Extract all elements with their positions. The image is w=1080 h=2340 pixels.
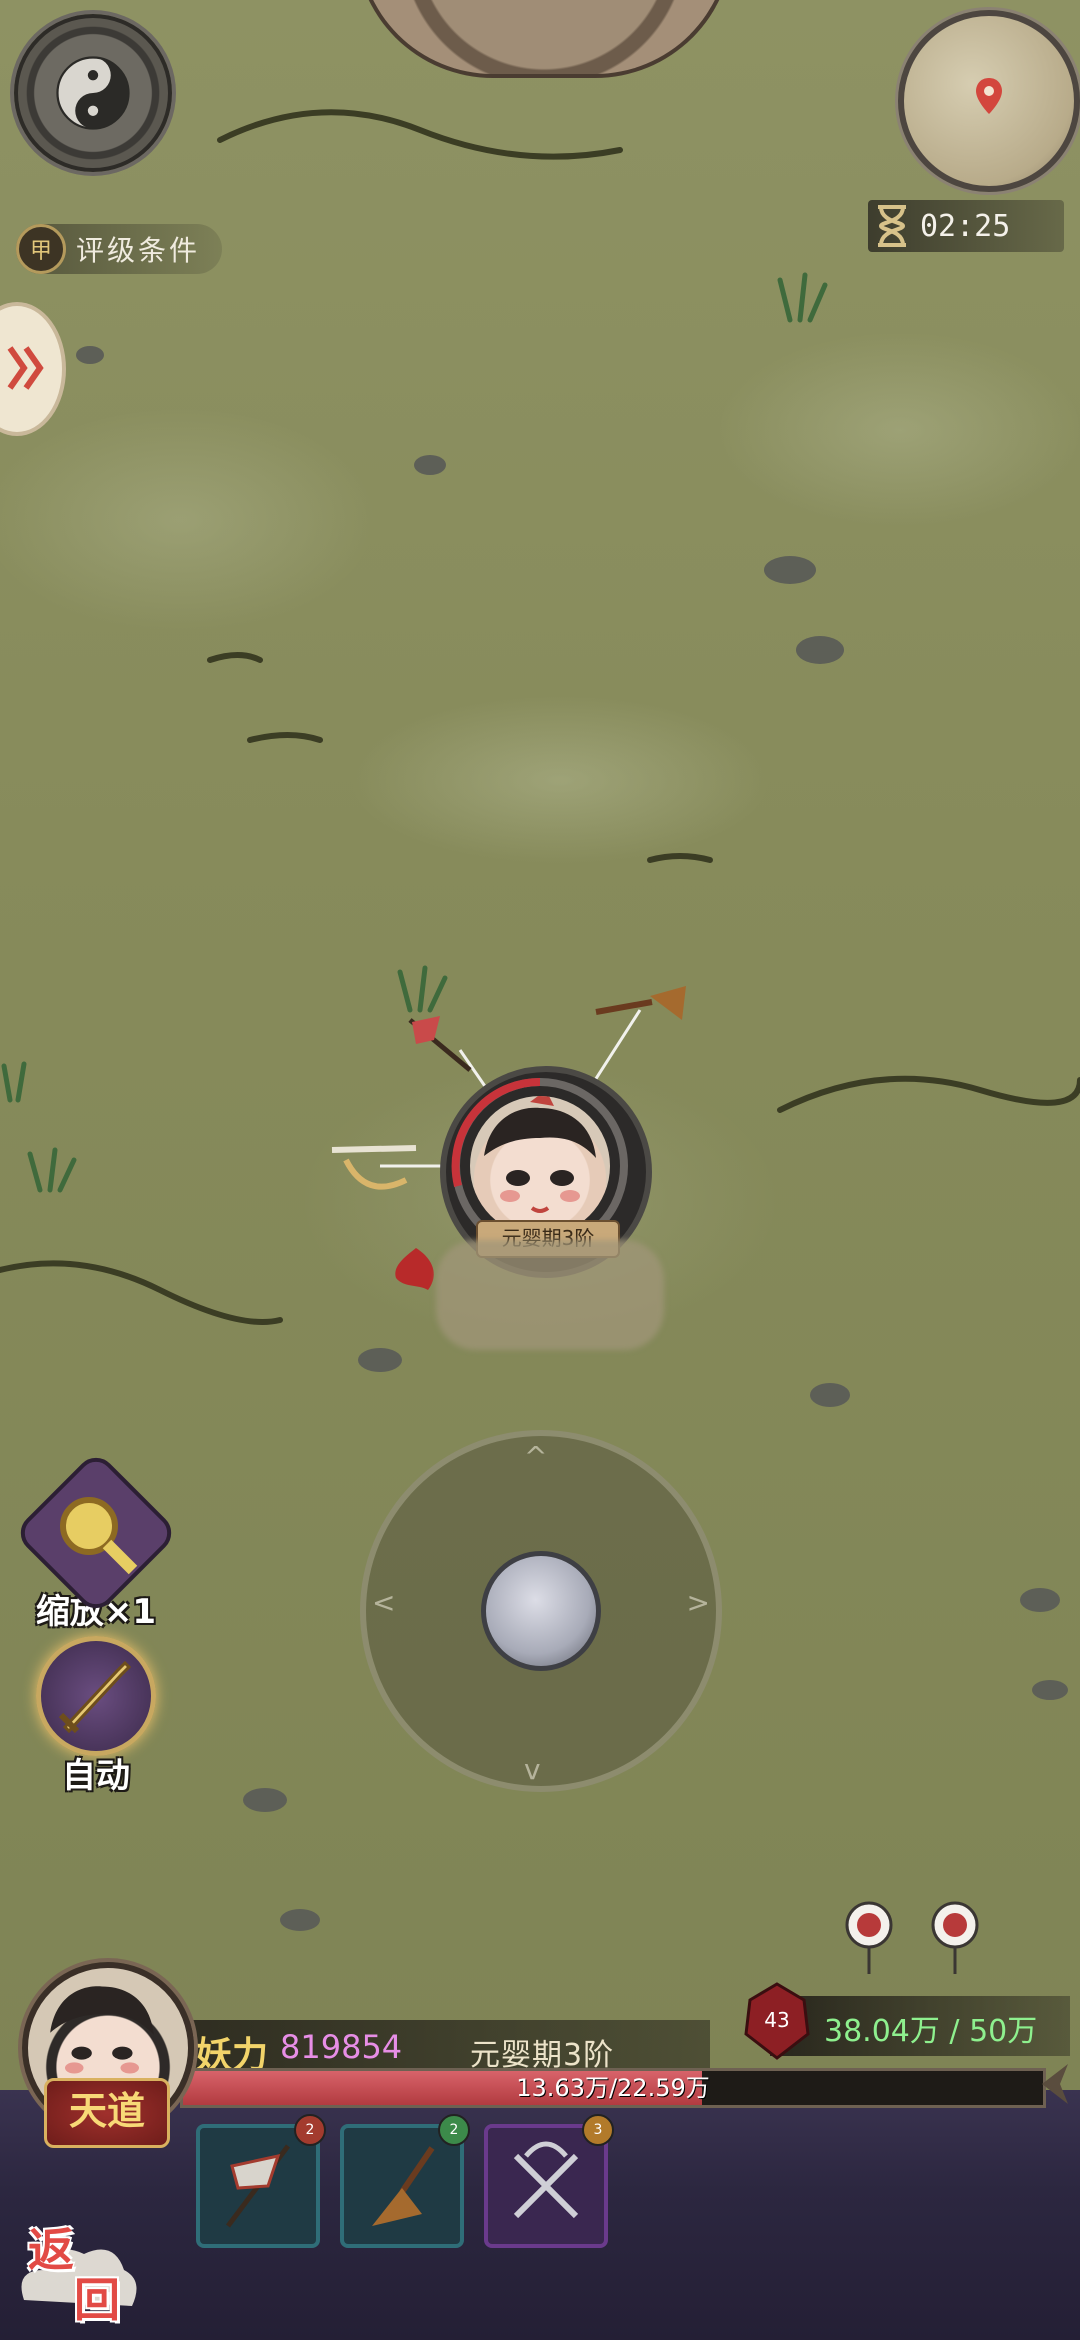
joystick-knob[interactable] — [481, 1551, 601, 1671]
skill-slot-twin-hooks[interactable]: 3 — [484, 2114, 614, 2248]
kill-count: 43 — [764, 2008, 790, 2032]
twin-hooks-weapon-icon — [513, 2141, 579, 2219]
rating-badge-icon: 甲 — [16, 224, 66, 274]
orbit-whisk-weapon — [595, 986, 686, 1020]
timer-value: 02:25 — [920, 208, 1011, 244]
movement-joystick[interactable]: ^ v < > — [360, 1430, 722, 1792]
joystick-right-arrow-icon: > — [686, 1586, 710, 1619]
orbit-hook-weapon — [331, 1145, 417, 1190]
hp-bar-end-ornament — [1042, 2064, 1068, 2104]
player-portrait — [470, 1096, 610, 1236]
hp-bar: 13.63万/22.59万 — [180, 2068, 1046, 2108]
yin-yang-icon — [56, 56, 130, 130]
rating-conditions-button[interactable]: 甲 评级条件 — [16, 224, 223, 274]
back-label-2: 回 — [74, 2273, 120, 2327]
skill-slot-flag[interactable]: 2 — [196, 2114, 326, 2248]
kill-progress-text: 38.04万 / 50万 — [824, 2014, 1038, 2049]
skill-level-badge: 2 — [438, 2114, 470, 2146]
double-chevron-right-icon — [7, 346, 44, 390]
orbit-flag-weapon — [408, 1016, 472, 1072]
back-label-1: 返 — [28, 2223, 74, 2277]
yin-yang-menu-button[interactable] — [14, 14, 172, 172]
auto-battle-button[interactable]: 自动 — [26, 1636, 166, 1797]
rating-conditions-label: 评级条件 — [76, 234, 201, 267]
minimap-button[interactable] — [898, 10, 1080, 192]
kill-count-emblem: 43 — [742, 1982, 812, 2060]
joystick-up-arrow-icon: ^ — [524, 1440, 548, 1473]
kill-progress-strip: 38.04万 / 50万 — [770, 1996, 1070, 2056]
whisk-weapon-icon — [372, 2146, 435, 2226]
stage-timer: 02:25 — [868, 200, 1064, 252]
hourglass-icon — [878, 205, 906, 247]
flag-weapon-icon — [226, 2144, 290, 2228]
skill-slot-whisk[interactable]: 2 — [340, 2114, 470, 2248]
skill-level-badge: 3 — [582, 2114, 614, 2146]
zoom-button[interactable]: 缩放×1 — [12, 1449, 180, 1633]
power-value: 819854 — [280, 2028, 403, 2066]
sword-icon — [36, 1636, 156, 1756]
auto-label: 自动 — [62, 1756, 130, 1796]
enemy-marker-icon — [931, 1901, 979, 1974]
location-pin-icon — [976, 78, 1002, 114]
skill-level-badge: 2 — [294, 2114, 326, 2146]
avatar-title-badge: 天道 — [44, 2078, 170, 2148]
back-button[interactable]: 返 回 — [14, 2210, 144, 2330]
joystick-down-arrow-icon: v — [524, 1753, 541, 1786]
hp-text: 13.63万/22.59万 — [516, 2074, 710, 2102]
enemy-marker-icon — [845, 1901, 893, 1974]
player-name-blurred — [436, 1240, 664, 1350]
joystick-left-arrow-icon: < — [372, 1586, 396, 1619]
